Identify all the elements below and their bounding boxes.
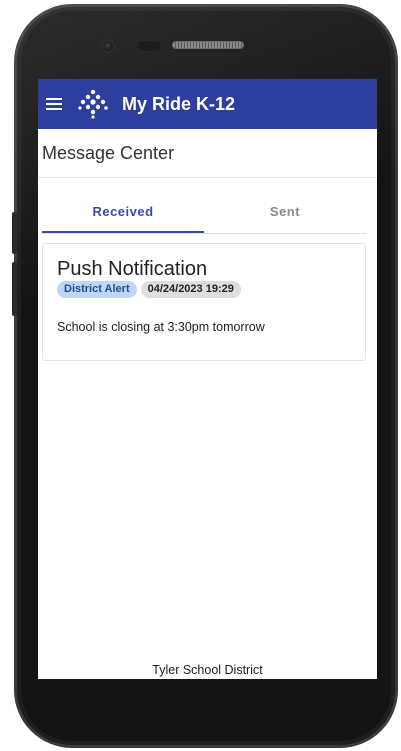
- tab-received[interactable]: Received: [42, 192, 204, 233]
- tab-sent[interactable]: Sent: [204, 192, 366, 233]
- front-camera-icon: [101, 39, 115, 53]
- message-card[interactable]: Push Notification District Alert 04/24/2…: [42, 243, 366, 361]
- category-badge: District Alert: [57, 281, 137, 298]
- page-title: Message Center: [42, 142, 175, 163]
- message-title: Push Notification: [57, 258, 208, 280]
- tab-bar: Received Sent: [42, 192, 366, 234]
- app-screen: My Ride K-12 Message Center Received Sen…: [38, 79, 377, 679]
- footer-text: Tyler School District: [152, 663, 263, 677]
- app-bar: My Ride K-12: [38, 79, 377, 129]
- volume-down-button: [12, 262, 17, 316]
- page-header: Message Center: [38, 129, 377, 178]
- diamond-dots-logo-icon: [78, 89, 108, 119]
- proximity-sensor: [136, 40, 162, 52]
- volume-up-button: [12, 212, 17, 254]
- message-chips: District Alert 04/24/2023 19:29: [57, 281, 351, 298]
- hamburger-menu-icon[interactable]: [46, 98, 62, 110]
- app-title: My Ride K-12: [122, 93, 236, 114]
- timestamp-badge: 04/24/2023 19:29: [140, 281, 241, 298]
- earpiece-speaker: [172, 41, 244, 49]
- message-body: School is closing at 3:30pm tomorrow: [57, 320, 265, 334]
